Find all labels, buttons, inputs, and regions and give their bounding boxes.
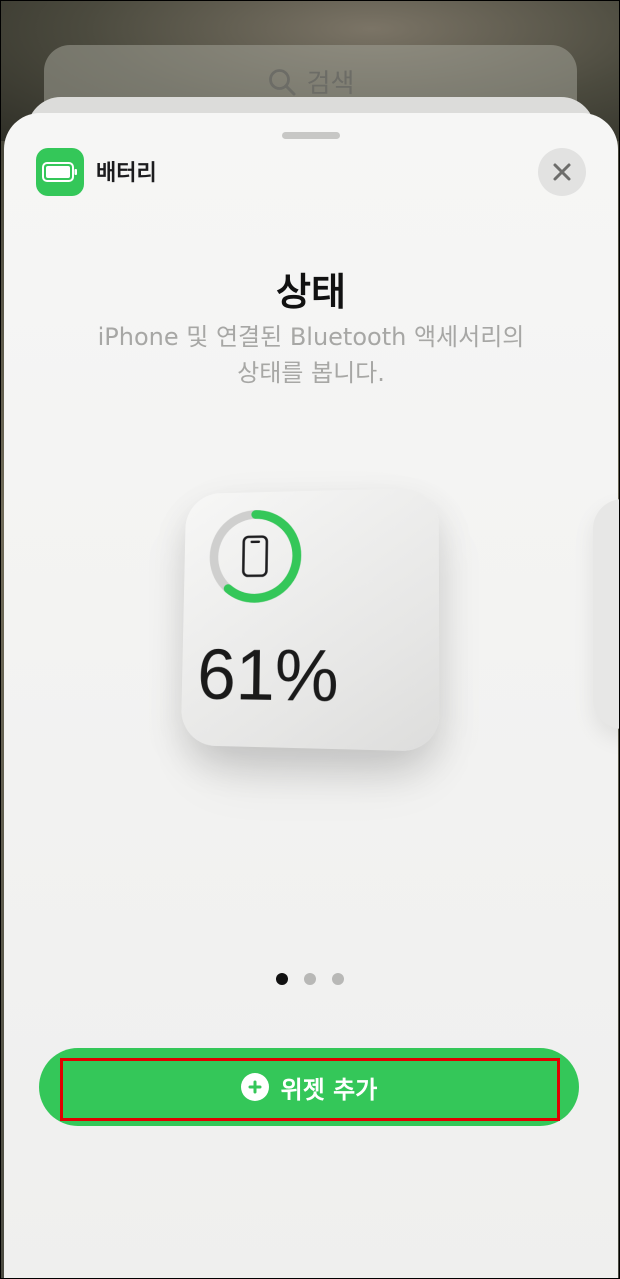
add-widget-button[interactable]: 위젯 추가 xyxy=(39,1048,579,1126)
page-dot-1[interactable] xyxy=(276,973,288,985)
plus-circle-icon xyxy=(240,1073,269,1101)
iphone-icon xyxy=(243,537,267,576)
battery-icon xyxy=(36,148,84,196)
sheet-grabber[interactable] xyxy=(282,132,340,139)
next-widget-preview[interactable] xyxy=(593,499,619,729)
close-button[interactable] xyxy=(538,148,586,196)
page-dot-3[interactable] xyxy=(332,973,344,985)
widget-title: 상태 xyxy=(276,270,346,314)
close-icon xyxy=(553,163,571,181)
screen: 검색 배터리 상태 iPhone 및 연결된 Bluetooth 액세서리의 상… xyxy=(0,0,620,1279)
search-field[interactable]: 검색 xyxy=(44,63,577,100)
description-line-2: 상태를 봅니다. xyxy=(237,359,385,387)
description-line-1: iPhone 및 연결된 Bluetooth 액세서리의 xyxy=(97,323,525,351)
battery-percent: 61% xyxy=(196,635,339,718)
search-placeholder: 검색 xyxy=(306,69,355,99)
widget-description: iPhone 및 연결된 Bluetooth 액세서리의 상태를 봅니다. xyxy=(64,319,558,391)
page-dot-2[interactable] xyxy=(304,973,316,985)
battery-widget-preview[interactable]: 61% xyxy=(180,487,440,752)
search-icon xyxy=(267,67,297,97)
add-widget-label: 위젯 추가 xyxy=(280,1075,378,1104)
battery-ring xyxy=(204,505,306,608)
app-name: 배터리 xyxy=(96,161,157,186)
page-indicator[interactable] xyxy=(1,973,619,985)
